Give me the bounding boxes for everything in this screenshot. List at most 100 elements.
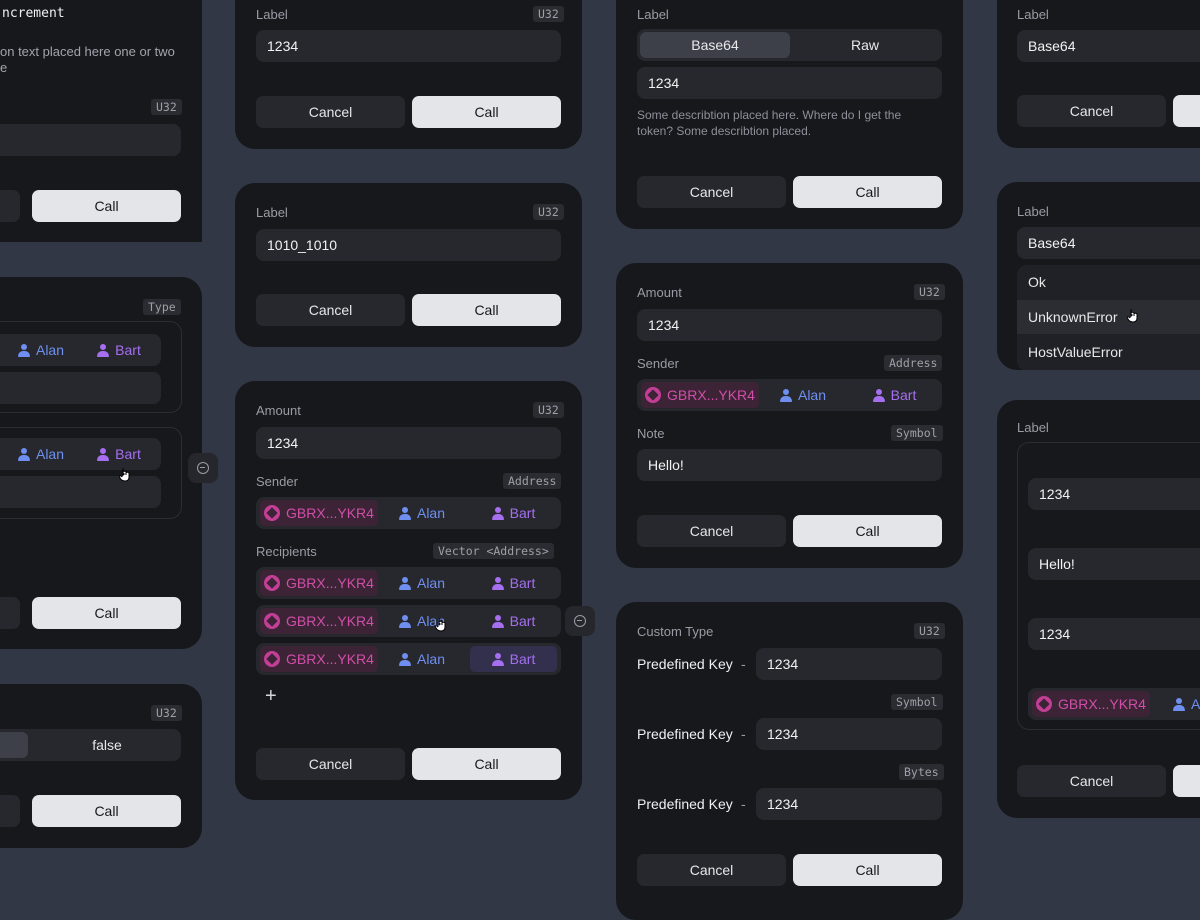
- cancel-button[interactable]: [0, 795, 20, 827]
- type-tag: U32: [533, 204, 564, 220]
- address-chip-alan[interactable]: Alan: [763, 382, 843, 408]
- call-button[interactable]: Call: [32, 795, 181, 827]
- select-input[interactable]: Base64: [1017, 227, 1200, 259]
- value-input[interactable]: [0, 124, 181, 156]
- type-tag: U32: [151, 705, 182, 721]
- address-picker[interactable]: GBRX...YKR4 Alan: [1028, 688, 1200, 720]
- key-value-input-1[interactable]: 1234: [756, 648, 942, 680]
- stellar-token-icon: [264, 651, 281, 667]
- note-input[interactable]: Hello!: [637, 449, 942, 481]
- call-button[interactable]: Call: [412, 294, 561, 326]
- call-button[interactable]: Call: [793, 515, 942, 547]
- toggle-option-false[interactable]: false: [32, 729, 182, 761]
- encoding-option-base64[interactable]: Base64: [640, 32, 790, 58]
- call-button[interactable]: Call: [793, 854, 942, 886]
- remove-item-button[interactable]: [188, 453, 218, 483]
- cancel-button[interactable]: Cancel: [256, 748, 405, 780]
- address-chip-bart-selected[interactable]: Bart: [470, 646, 557, 672]
- stellar-token-icon: [264, 575, 281, 591]
- sender-address-picker[interactable]: GBRX...YKR4 Alan Bart: [256, 497, 561, 529]
- address-chip-bart[interactable]: Bart: [81, 337, 157, 363]
- custom-type-label: Custom Type: [637, 624, 714, 639]
- address-chip-gbrx[interactable]: GBRX...YKR4: [260, 500, 378, 526]
- cancel-button[interactable]: Cancel: [637, 515, 786, 547]
- bart-label: Bart: [509, 613, 536, 629]
- address-chip-gbrx[interactable]: GBRX...YKR4: [641, 382, 759, 408]
- remove-recipient-button[interactable]: [565, 606, 595, 636]
- call-button[interactable]: [1173, 765, 1200, 797]
- address-picker[interactable]: Alan Bart: [0, 334, 161, 366]
- recipient-picker-1[interactable]: GBRX...YKR4 Alan Bart: [256, 567, 561, 599]
- amount-input[interactable]: 1234: [256, 427, 561, 459]
- address-picker[interactable]: Alan Bart: [0, 438, 161, 470]
- note-type-tag: Symbol: [891, 425, 943, 441]
- stellar-token-icon: [264, 613, 281, 629]
- card-transfer: Amount U32 1234 Sender Address GBRX...YK…: [235, 381, 582, 800]
- amount-label: Amount: [637, 285, 682, 300]
- menu-item-host-value-error[interactable]: HostValueError: [1017, 335, 1200, 369]
- value-input[interactable]: 1010_1010: [256, 229, 561, 261]
- address-chip-gbrx[interactable]: GBRX...YKR4: [260, 646, 378, 672]
- address-chip-bart[interactable]: Bart: [470, 608, 557, 634]
- cancel-button[interactable]: Cancel: [256, 294, 405, 326]
- card-title: ncrement: [2, 6, 65, 21]
- value-input[interactable]: [0, 476, 161, 508]
- call-button[interactable]: Call: [32, 597, 181, 629]
- address-chip-alan[interactable]: Alan: [382, 646, 462, 672]
- value-input[interactable]: 1234: [637, 67, 942, 99]
- user-icon: [398, 576, 411, 590]
- call-button[interactable]: Call: [793, 176, 942, 208]
- address-chip-gbrx[interactable]: GBRX...YKR4: [1032, 691, 1150, 717]
- value-input[interactable]: [0, 372, 161, 404]
- address-chip-bart[interactable]: Bart: [81, 441, 157, 467]
- key-value-input-3[interactable]: 1234: [756, 788, 942, 820]
- cancel-button[interactable]: Cancel: [637, 176, 786, 208]
- user-icon: [491, 614, 504, 628]
- address-chip-alan[interactable]: Alan: [382, 500, 462, 526]
- address-chip-bart[interactable]: Bart: [851, 382, 938, 408]
- recipient-picker-3[interactable]: GBRX...YKR4 Alan Bart: [256, 643, 561, 675]
- toggle-option-true[interactable]: [0, 732, 28, 758]
- call-button[interactable]: [1173, 95, 1200, 127]
- recipient-picker-2[interactable]: GBRX...YKR4 Alan Bart: [256, 605, 561, 637]
- minus-circle-icon: [197, 462, 209, 474]
- encoding-toggle[interactable]: Base64 Raw: [637, 29, 942, 61]
- alan-label: Alan: [35, 446, 65, 462]
- value-input[interactable]: 1234: [256, 30, 561, 62]
- tuple-value-3[interactable]: 1234: [1028, 618, 1200, 650]
- alan-label: Alan: [35, 342, 65, 358]
- user-icon: [491, 652, 504, 666]
- address-chip-bart[interactable]: Bart: [470, 570, 557, 596]
- value-input[interactable]: Base64: [1017, 30, 1200, 62]
- cancel-button[interactable]: Cancel: [1017, 95, 1166, 127]
- sender-address-picker[interactable]: GBRX...YKR4 Alan Bart: [637, 379, 942, 411]
- encoding-option-raw[interactable]: Raw: [790, 29, 940, 61]
- add-recipient-button[interactable]: +: [265, 686, 277, 706]
- address-chip-alan[interactable]: Alan: [3, 337, 79, 363]
- menu-item-unknown-error[interactable]: UnknownError: [1017, 300, 1200, 334]
- tuple-value-2[interactable]: Hello!: [1028, 548, 1200, 580]
- menu-item-ok[interactable]: Ok: [1017, 265, 1200, 299]
- cancel-button[interactable]: Cancel: [256, 96, 405, 128]
- card-bool: U32 false Call: [0, 684, 202, 848]
- cancel-button[interactable]: [0, 597, 20, 629]
- key-value-input-2[interactable]: 1234: [756, 718, 942, 750]
- address-chip-alan[interactable]: Alan: [382, 608, 462, 634]
- user-icon: [398, 614, 411, 628]
- tuple-value-1[interactable]: 1234: [1028, 478, 1200, 510]
- bool-toggle[interactable]: false: [0, 729, 181, 761]
- address-chip-alan[interactable]: Alan: [382, 570, 462, 596]
- cancel-button[interactable]: Cancel: [1017, 765, 1166, 797]
- key-separator: -: [741, 656, 746, 672]
- address-chip-alan[interactable]: Alan: [1156, 691, 1200, 717]
- amount-input[interactable]: 1234: [637, 309, 942, 341]
- call-button[interactable]: Call: [32, 190, 181, 222]
- cancel-button[interactable]: Cancel: [637, 854, 786, 886]
- cancel-button[interactable]: [0, 190, 20, 222]
- address-chip-gbrx[interactable]: GBRX...YKR4: [260, 608, 378, 634]
- call-button[interactable]: Call: [412, 96, 561, 128]
- call-button[interactable]: Call: [412, 748, 561, 780]
- address-chip-bart[interactable]: Bart: [470, 500, 557, 526]
- address-chip-alan[interactable]: Alan: [3, 441, 79, 467]
- address-chip-gbrx[interactable]: GBRX...YKR4: [260, 570, 378, 596]
